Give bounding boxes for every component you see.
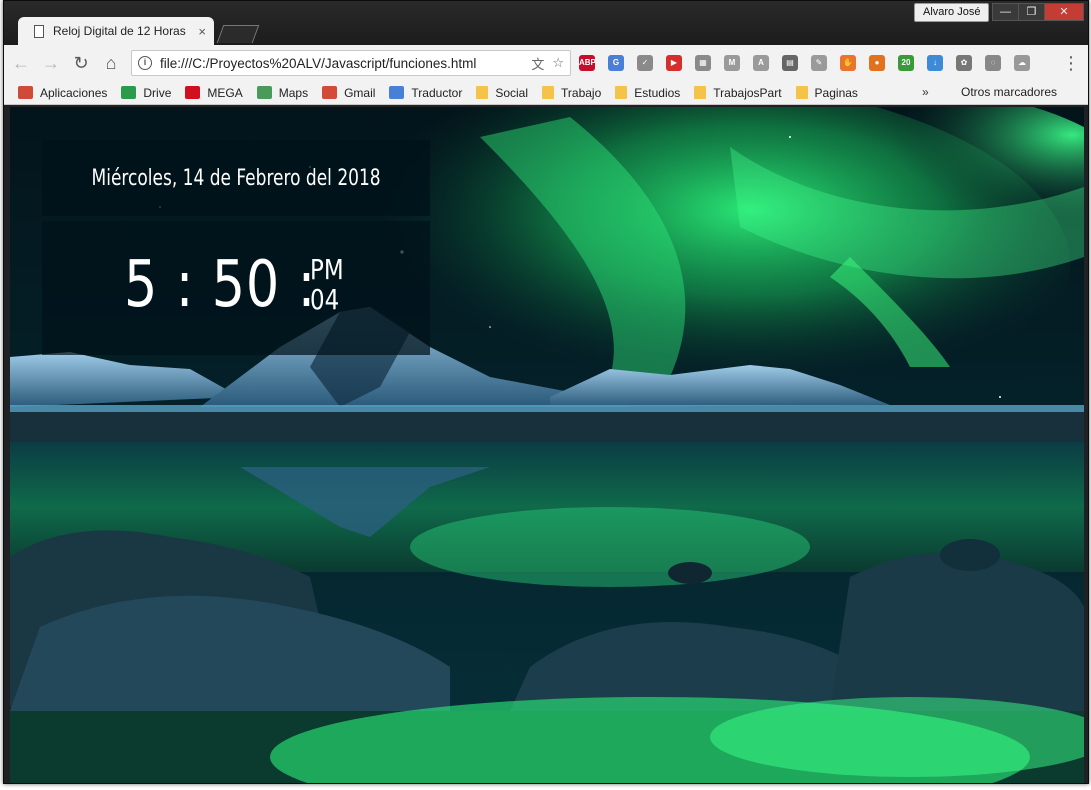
bookmark-paginas[interactable]: Paginas — [795, 85, 858, 100]
bookmark-label: Traductor — [411, 85, 463, 100]
hand-icon[interactable]: ✋ — [840, 55, 856, 71]
tab-title: Reloj Digital de 12 Horas — [53, 24, 186, 38]
folder-icon — [476, 86, 489, 99]
document-icon — [34, 24, 44, 38]
tab-active[interactable]: Reloj Digital de 12 Horas × — [18, 17, 214, 45]
profile-button[interactable]: Alvaro José — [914, 3, 990, 22]
title-bar: Reloj Digital de 12 Horas × Alvaro José … — [4, 1, 1088, 45]
mega-icon — [185, 86, 201, 99]
bookmark-gmail[interactable]: Gmail — [322, 86, 375, 100]
hours-value: 5 — [124, 248, 159, 322]
bookmark-label: Estudios — [634, 85, 681, 100]
address-bar[interactable]: i file:///C:/Proyectos%20ALV/Javascript/… — [131, 50, 571, 76]
recycle-icon[interactable]: 20 — [898, 55, 914, 71]
tab-close-button[interactable]: × — [198, 24, 206, 39]
film-icon[interactable]: ✿ — [956, 55, 972, 71]
bookmark-star-icon[interactable]: ☆ — [552, 55, 564, 71]
translate-icon — [389, 86, 405, 99]
forward-button[interactable]: → — [38, 50, 64, 76]
minimize-button[interactable]: — — [992, 3, 1019, 21]
cloud-icon[interactable]: ☁ — [1014, 55, 1030, 71]
new-tab-button[interactable] — [216, 25, 260, 43]
url-text[interactable]: file:///C:/Proyectos%20ALV/Javascript/fu… — [160, 56, 523, 71]
bookmark-label: Social — [495, 85, 529, 100]
briefcase-icon[interactable]: ▦ — [695, 55, 711, 71]
bookmarks-list: Aplicaciones Drive MEGA Maps Gmail Traductor S… — [18, 86, 872, 100]
browser-window: Reloj Digital de 12 Horas × Alvaro José … — [3, 0, 1089, 784]
wrench-icon[interactable]: ✎ — [811, 55, 827, 71]
home-button[interactable]: ⌂ — [98, 50, 124, 76]
bookmarks-bar: Aplicaciones Drive MEGA Maps Gmail Traductor S… — [4, 81, 1088, 105]
bookmark-label: Trabajo — [561, 85, 602, 100]
date-text: Miércoles, 14 de Febrero del 2018 — [91, 165, 381, 191]
bookmark-mega[interactable]: MEGA — [185, 85, 243, 100]
folder-icon — [615, 86, 628, 99]
other-bookmarks-label: Otros marcadores — [961, 85, 1058, 99]
bookmark-label: Gmail — [344, 85, 376, 100]
google-translate-icon[interactable]: G — [608, 55, 624, 71]
time-panel: 5 : 50 : PM 04 — [42, 221, 430, 355]
more-bookmarks-chevron-icon[interactable]: » — [922, 85, 929, 99]
bookmark-social[interactable]: Social — [476, 86, 528, 100]
shield-icon[interactable]: ✓ — [637, 55, 653, 71]
separator: : — [175, 248, 195, 322]
bookmark-label: TrabajosPart — [713, 85, 782, 100]
folder-icon — [542, 86, 555, 99]
seconds-value: 04 — [310, 283, 340, 316]
translate-page-icon[interactable]: 文 — [531, 54, 544, 73]
maximize-button[interactable]: ❐ — [1018, 3, 1045, 21]
bookmark-trabajospart[interactable]: TrabajosPart — [694, 85, 782, 100]
maps-icon — [256, 86, 272, 99]
toolbar: ← → ↻ ⌂ i file:///C:/Proyectos%20ALV/Jav… — [4, 45, 1088, 81]
info-icon[interactable]: i — [138, 56, 152, 70]
back-button[interactable]: ← — [8, 50, 34, 76]
pdf-icon[interactable]: A — [753, 55, 769, 71]
ampm-indicator: PM — [310, 253, 344, 286]
date-panel: Miércoles, 14 de Febrero del 2018 — [42, 140, 430, 216]
bookmark-aplicaciones[interactable]: Aplicaciones — [18, 86, 107, 100]
close-window-button[interactable]: ✕ — [1044, 3, 1084, 21]
reload-button[interactable]: ↻ — [68, 50, 94, 76]
bookmark-maps[interactable]: Maps — [256, 85, 309, 100]
pdf-dark-icon[interactable]: ▤ — [782, 55, 798, 71]
bookmark-estudios[interactable]: Estudios — [615, 86, 680, 100]
apps-grid-icon — [18, 86, 33, 99]
bookmark-label: MEGA — [207, 85, 243, 100]
basketball-icon[interactable]: ● — [869, 55, 885, 71]
bookmark-trabajo[interactable]: Trabajo — [542, 86, 601, 100]
adblock-plus-icon[interactable]: ABP — [579, 55, 596, 71]
bookmark-traductor[interactable]: Traductor — [389, 86, 462, 100]
download-icon[interactable]: ↓ — [927, 55, 943, 71]
other-bookmarks[interactable]: Otros marcadores — [954, 85, 1057, 99]
page-viewport: Miércoles, 14 de Febrero del 2018 5 : 50… — [10, 107, 1084, 783]
bookmark-drive[interactable]: Drive — [121, 86, 171, 100]
bookmark-label: Drive — [143, 85, 172, 100]
folder-icon — [795, 86, 808, 99]
bookmark-label: Maps — [278, 85, 309, 100]
bookmark-label: Aplicaciones — [40, 85, 108, 100]
minutes-value: 50 — [211, 248, 281, 322]
bulb-icon[interactable]: ◌ — [985, 55, 1001, 71]
bookmark-label: Paginas — [814, 85, 858, 100]
time-main: 5 : 50 : — [124, 248, 316, 322]
mercury-icon[interactable]: M — [724, 55, 740, 71]
chrome-menu-icon[interactable]: ⋮ — [1058, 50, 1084, 76]
gmail-icon — [322, 86, 338, 99]
time-side: PM 04 — [310, 255, 344, 315]
drive-icon — [121, 86, 137, 99]
video-downloader-icon[interactable]: ▶ — [666, 55, 682, 71]
folder-icon — [694, 86, 707, 99]
